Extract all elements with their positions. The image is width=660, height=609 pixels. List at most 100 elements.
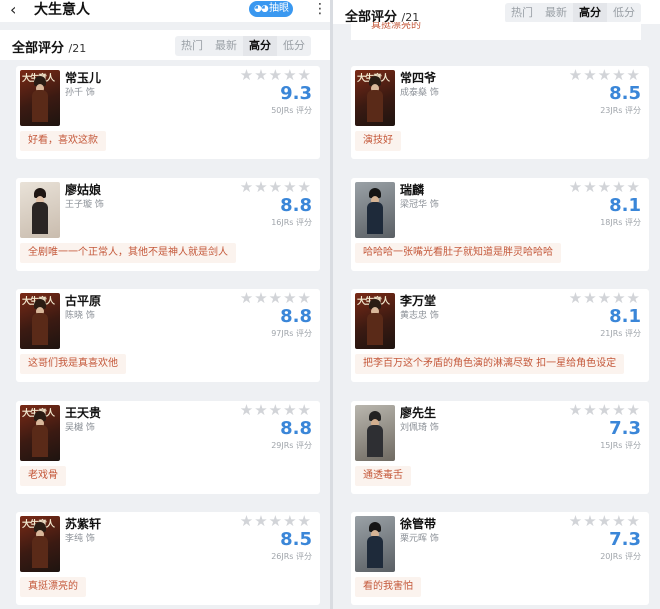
star-rating-icon[interactable]: ★★★★★ (240, 289, 312, 307)
tab-high[interactable]: 高分 (243, 36, 277, 56)
actor-name: 吴樾 饰 (65, 423, 95, 433)
actor-name: 黄志忠 饰 (400, 311, 439, 321)
sort-tabs: 热门 最新 高分 低分 (175, 36, 311, 56)
star-rating-icon[interactable]: ★★★★★ (569, 289, 641, 307)
pill-label: 抽眼 (269, 3, 289, 14)
top-comment[interactable]: 哈哈哈一张嘴光看肚子就知道是胖灵哈哈哈 (355, 243, 561, 263)
character-name: 李万堂 (400, 294, 437, 308)
rating-card[interactable]: 大生意人古平原陈晓 饰 ★★★★★8.8 97JRs 评分这哥们我是真喜欢他 (16, 289, 320, 382)
character-poster[interactable] (355, 516, 395, 572)
star-rating-icon[interactable]: ★★★★★ (240, 66, 312, 84)
poster-figure (32, 536, 48, 568)
poster-figure (32, 90, 48, 122)
character-poster[interactable] (20, 182, 60, 238)
star-rating-icon[interactable]: ★★★★★ (240, 178, 312, 196)
top-comment[interactable]: 通透毒舌 (355, 466, 411, 486)
top-bar: ‹ 大生意人 ◕◕ 抽眼 ⋮ (0, 0, 330, 22)
top-comment[interactable]: 演技好 (355, 131, 401, 151)
rating-card[interactable]: 大生意人常四爷成泰燊 饰 ★★★★★8.5 23JRs 评分演技好 (351, 66, 649, 159)
character-poster[interactable]: 大生意人 (355, 293, 395, 349)
star-rating-icon[interactable]: ★★★★★ (569, 178, 641, 196)
character-name: 苏紫轩 (65, 517, 102, 531)
eyes-icon: ◕◕ (254, 4, 269, 14)
score-value: 7.3 (609, 418, 641, 439)
character-poster[interactable]: 大生意人 (20, 405, 60, 461)
score-value: 8.8 (280, 418, 312, 439)
tab-latest[interactable]: 最新 (209, 36, 243, 56)
score-value: 8.1 (609, 195, 641, 216)
actor-name: 李纯 饰 (65, 534, 95, 544)
vote-count: 26JRs 评分 (271, 552, 312, 561)
rating-card[interactable]: 徐管带 栗元晖 饰 ★★★★★ 7.3 20JRs 评分 看的我害怕 (351, 512, 649, 605)
actor-name: 成泰燊 饰 (400, 88, 439, 98)
tab-low[interactable]: 低分 (607, 3, 641, 23)
poster-figure (367, 313, 383, 345)
left-screenshot: ‹ 大生意人 ◕◕ 抽眼 ⋮ 全部评分 /21 热门 最新 高分 低分 大生意人… (0, 0, 330, 609)
character-poster[interactable]: 大生意人 (20, 293, 60, 349)
actor-name: 栗元晖 饰 (400, 534, 439, 544)
vote-count: 97JRs 评分 (271, 329, 312, 338)
character-poster[interactable] (355, 405, 395, 461)
star-rating-icon[interactable]: ★★★★★ (569, 401, 641, 419)
rating-card[interactable]: 廖姑娘王子璇 饰 ★★★★★ 8.8 16JRs 评分全剧唯一一个正常人，其他不是神人… (16, 178, 320, 271)
rating-card[interactable]: 大生意人常玉儿孙千 饰 ★★★★★9.3 50JRs 评分好看，喜欢这款 (16, 66, 320, 159)
character-name: 王天贵 (65, 406, 102, 420)
top-comment[interactable]: 老戏骨 (20, 466, 66, 486)
star-rating-icon[interactable]: ★★★★★ (240, 512, 312, 530)
character-poster[interactable]: 大生意人 (355, 70, 395, 126)
character-name: 瑞麟 (400, 183, 425, 197)
character-poster[interactable]: 大生意人 (20, 70, 60, 126)
tab-low[interactable]: 低分 (277, 36, 311, 56)
star-rating-icon[interactable]: ★★★★★ (240, 401, 312, 419)
poster-figure (32, 313, 48, 345)
tab-hot[interactable]: 热门 (505, 3, 539, 23)
actor-name: 刘佩琦 饰 (400, 423, 439, 433)
page-title: 大生意人 (34, 2, 90, 18)
character-name: 廖姑娘 (65, 183, 102, 197)
rating-card[interactable]: 廖先生 刘佩琦 饰 ★★★★★ 7.3 15JRs 评分 通透毒舌 (351, 401, 649, 494)
score-value: 8.8 (280, 306, 312, 327)
tab-high[interactable]: 高分 (573, 3, 607, 23)
poster-figure (32, 202, 48, 234)
top-comment[interactable]: 全剧唯一一个正常人，其他不是神人就是剑人 (20, 243, 236, 263)
character-poster[interactable] (355, 182, 395, 238)
score-value: 8.8 (280, 195, 312, 216)
tab-hot[interactable]: 热门 (175, 36, 209, 56)
score-value: 8.5 (280, 529, 312, 550)
actor-name: 孙千 饰 (65, 88, 95, 98)
score-value: 8.1 (609, 306, 641, 327)
poster-figure (32, 425, 48, 457)
filter-bar: 全部评分 /21 热门 最新 高分 低分 (0, 30, 330, 60)
poster-figure (367, 536, 383, 568)
score-value: 7.3 (609, 529, 641, 550)
back-arrow-icon[interactable]: ‹ (10, 1, 16, 19)
poster-figure (367, 425, 383, 457)
rating-card[interactable]: 大生意人苏紫轩李纯 饰 ★★★★★8.5 26JRs 评分真挺漂亮的 (16, 512, 320, 605)
vote-count: 23JRs 评分 (600, 106, 641, 115)
character-poster[interactable]: 大生意人 (20, 516, 60, 572)
pill-button[interactable]: ◕◕ 抽眼 (249, 1, 293, 17)
vote-count: 16JRs 评分 (271, 218, 312, 227)
filter-title: 全部评分 /21 (12, 41, 87, 56)
star-rating-icon[interactable]: ★★★★★ (569, 512, 641, 530)
top-comment[interactable]: 真挺漂亮的 (20, 577, 86, 597)
poster-figure (367, 202, 383, 234)
star-rating-icon[interactable]: ★★★★★ (569, 66, 641, 84)
character-name: 古平原 (65, 294, 102, 308)
top-comment[interactable]: 看的我害怕 (355, 577, 421, 597)
more-icon[interactable]: ⋮ (313, 0, 327, 18)
rating-card[interactable]: 瑞麟 梁冠华 饰 ★★★★★ 8.1 18JRs 评分 哈哈哈一张嘴光看肚子就知道是胖灵哈… (351, 178, 649, 271)
top-comment[interactable]: 好看，喜欢这款 (20, 131, 106, 151)
actor-name: 陈晓 饰 (65, 311, 95, 321)
vote-count: 20JRs 评分 (600, 552, 641, 561)
vote-count: 18JRs 评分 (600, 218, 641, 227)
score-value: 9.3 (280, 83, 312, 104)
top-comment[interactable]: 把李百万这个矛盾的角色演的淋漓尽致 扣一星给角色设定 (355, 354, 625, 374)
character-name: 廖先生 (400, 406, 437, 420)
score-value: 8.5 (609, 83, 641, 104)
tab-latest[interactable]: 最新 (539, 3, 573, 23)
rating-card[interactable]: 大生意人李万堂黄志忠 饰 ★★★★★8.1 21JRs 评分把李百万这个矛盾的角色演… (351, 289, 649, 382)
actor-name: 王子璇 饰 (65, 200, 104, 210)
top-comment[interactable]: 这哥们我是真喜欢他 (20, 354, 126, 374)
rating-card[interactable]: 大生意人王天贵吴樾 饰 ★★★★★8.8 29JRs 评分老戏骨 (16, 401, 320, 494)
